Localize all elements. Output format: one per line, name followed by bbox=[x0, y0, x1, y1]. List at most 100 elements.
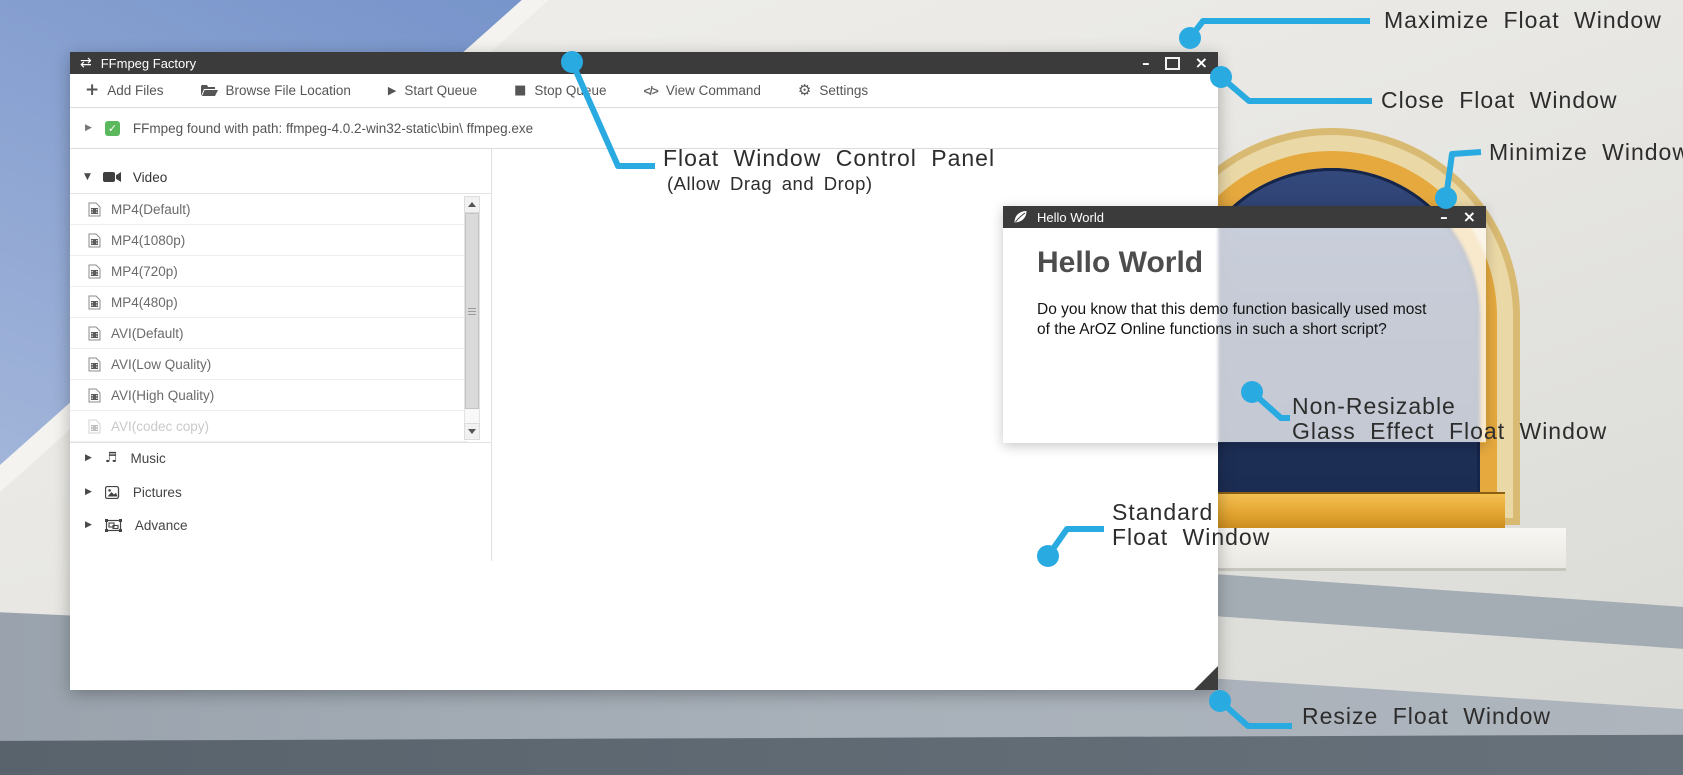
add-files-label: Add Files bbox=[107, 83, 163, 98]
scroll-down-icon bbox=[468, 429, 476, 434]
browse-file-location-label: Browse File Location bbox=[226, 83, 351, 98]
check-icon: ✓ bbox=[105, 121, 120, 136]
browse-file-location-button[interactable]: Browse File Location bbox=[201, 83, 351, 98]
ffmpeg-toolbar: + Add Files Browse File Location ▶ Start… bbox=[70, 74, 1218, 108]
tree-section-video[interactable]: ▼ Video bbox=[84, 163, 167, 191]
scrollbar-track[interactable] bbox=[464, 213, 480, 423]
annotation-standard-float-window: Standard Float Window bbox=[1112, 500, 1270, 550]
annotation-glass-float-window: Non-Resizable Glass Effect Float Window bbox=[1292, 394, 1607, 444]
settings-button[interactable]: ⚙ Settings bbox=[798, 83, 868, 98]
list-scrollbar[interactable] bbox=[464, 196, 480, 440]
annotation-line: Standard bbox=[1112, 500, 1270, 525]
start-queue-button[interactable]: ▶ Start Queue bbox=[388, 83, 477, 98]
list-item-label: AVI(codec copy) bbox=[111, 419, 209, 434]
list-item-label: AVI(High Quality) bbox=[111, 388, 214, 403]
resize-handle[interactable] bbox=[1194, 666, 1218, 690]
chevron-right-icon[interactable]: ▶ bbox=[85, 488, 92, 497]
status-text: FFmpeg found with path: ffmpeg-4.0.2-win… bbox=[133, 121, 533, 136]
tree-section-pictures-label: Pictures bbox=[133, 485, 182, 500]
window-title: FFmpeg Factory bbox=[101, 56, 196, 71]
scrollbar-grip-icon bbox=[468, 308, 476, 315]
add-files-button[interactable]: + Add Files bbox=[85, 82, 164, 99]
tree-section-advance-label: Advance bbox=[135, 518, 188, 533]
file-video-icon bbox=[88, 419, 101, 434]
folder-open-icon bbox=[201, 84, 218, 97]
chevron-right-icon[interactable]: ▶ bbox=[85, 454, 92, 463]
window-controls: – × bbox=[1440, 209, 1476, 225]
list-item-partial[interactable] bbox=[70, 442, 468, 443]
annotation-line: Non-Resizable bbox=[1292, 394, 1607, 419]
play-icon: ▶ bbox=[388, 85, 396, 96]
scroll-down-button[interactable] bbox=[464, 423, 480, 440]
annotation-line: Glass Effect Float Window bbox=[1292, 419, 1607, 444]
annotation-float-window-control-panel: Float Window Control Panel (Allow Drag a… bbox=[663, 146, 995, 196]
tree-section-music[interactable]: ▶ ♬ Music bbox=[85, 444, 166, 472]
file-video-icon bbox=[88, 388, 101, 403]
minimize-button[interactable]: – bbox=[1142, 56, 1150, 71]
stop-queue-label: Stop Queue bbox=[534, 83, 606, 98]
list-item[interactable]: AVI(Default) bbox=[70, 318, 468, 349]
start-queue-label: Start Queue bbox=[404, 83, 477, 98]
annotation-maximize-float-window: Maximize Float Window bbox=[1384, 8, 1662, 33]
list-item-label: AVI(Default) bbox=[111, 326, 184, 341]
ffmpeg-status-row[interactable]: ▶ ✓ FFmpeg found with path: ffmpeg-4.0.2… bbox=[70, 108, 1218, 149]
chevron-down-icon[interactable]: ▼ bbox=[84, 173, 91, 182]
list-item-label: MP4(720p) bbox=[111, 264, 178, 279]
list-item-label: MP4(480p) bbox=[111, 295, 178, 310]
annotation-line: Float Window Control Panel bbox=[663, 146, 995, 171]
list-item[interactable]: AVI(Low Quality) bbox=[70, 349, 468, 380]
ffmpeg-titlebar[interactable]: ⇄ FFmpeg Factory – × bbox=[70, 52, 1218, 74]
maximize-icon bbox=[1165, 57, 1180, 70]
scroll-up-icon bbox=[468, 202, 476, 207]
list-item-label: MP4(Default) bbox=[111, 202, 191, 217]
hello-world-text-line: of the ArOZ Online functions in such a s… bbox=[1037, 320, 1486, 340]
view-command-label: View Command bbox=[666, 83, 761, 98]
close-button[interactable]: × bbox=[1463, 209, 1476, 225]
annotation-close-float-window: Close Float Window bbox=[1381, 88, 1618, 113]
scroll-up-button[interactable] bbox=[464, 196, 480, 213]
file-video-icon bbox=[88, 295, 101, 310]
file-video-icon bbox=[88, 357, 101, 372]
list-item[interactable]: MP4(1080p) bbox=[70, 225, 468, 256]
annotation-line: Float Window bbox=[1112, 525, 1270, 550]
stop-queue-button[interactable]: ■ Stop Queue bbox=[514, 83, 606, 98]
file-video-icon bbox=[88, 264, 101, 279]
stop-icon: ■ bbox=[514, 84, 526, 97]
expander-arrow-icon[interactable]: ▶ bbox=[85, 124, 92, 133]
swap-icon: ⇄ bbox=[80, 56, 92, 70]
music-icon: ♬ bbox=[105, 451, 118, 465]
list-item-disabled: AVI(codec copy) bbox=[70, 411, 468, 442]
object-group-icon bbox=[105, 519, 122, 532]
tree-section-music-label: Music bbox=[130, 451, 165, 466]
list-item[interactable]: MP4(Default) bbox=[70, 194, 468, 225]
settings-label: Settings bbox=[819, 83, 868, 98]
file-video-icon bbox=[88, 202, 101, 217]
hello-world-text-line: Do you know that this demo function basi… bbox=[1037, 300, 1486, 320]
picture-icon bbox=[105, 486, 120, 499]
tree-section-advance[interactable]: ▶ Advance bbox=[85, 511, 187, 539]
leaf-icon bbox=[1013, 210, 1028, 224]
file-video-icon bbox=[88, 326, 101, 341]
chevron-right-icon[interactable]: ▶ bbox=[85, 521, 92, 530]
close-button[interactable]: × bbox=[1195, 55, 1208, 71]
sidebar-divider bbox=[491, 149, 492, 561]
annotation-resize-float-window: Resize Float Window bbox=[1302, 704, 1551, 729]
code-icon: </> bbox=[643, 84, 657, 98]
view-command-button[interactable]: </> View Command bbox=[643, 83, 760, 98]
video-camera-icon bbox=[103, 171, 121, 183]
window-controls: – × bbox=[1142, 55, 1208, 71]
window-title: Hello World bbox=[1037, 210, 1104, 225]
minimize-button[interactable]: – bbox=[1440, 210, 1448, 225]
maximize-button[interactable] bbox=[1165, 57, 1180, 70]
list-item[interactable]: AVI(High Quality) bbox=[70, 380, 468, 411]
annotation-line: (Allow Drag and Drop) bbox=[667, 171, 995, 196]
list-item[interactable]: MP4(720p) bbox=[70, 256, 468, 287]
list-item-label: MP4(1080p) bbox=[111, 233, 185, 248]
scrollbar-thumb[interactable] bbox=[465, 213, 479, 409]
tree-section-pictures[interactable]: ▶ Pictures bbox=[85, 478, 182, 506]
file-video-icon bbox=[88, 233, 101, 248]
annotation-minimize-window: Minimize Window bbox=[1489, 140, 1683, 165]
hello-world-titlebar[interactable]: Hello World – × bbox=[1003, 206, 1486, 228]
list-item-label: AVI(Low Quality) bbox=[111, 357, 211, 372]
list-item[interactable]: MP4(480p) bbox=[70, 287, 468, 318]
